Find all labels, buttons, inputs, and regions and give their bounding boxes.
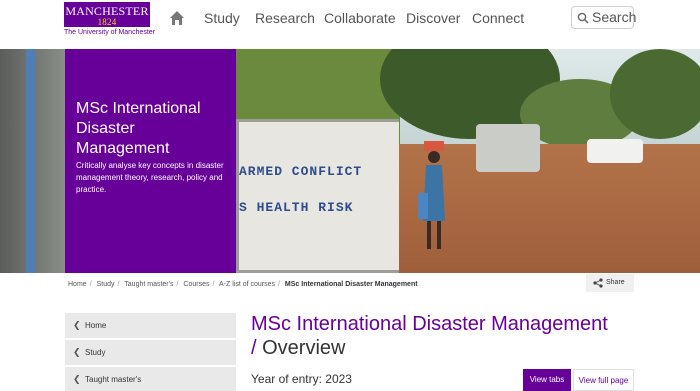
hero-photo-tree [610,49,700,139]
hero-photo-car [587,139,643,163]
sign-text-line: S HEALTH RISK [239,200,354,215]
search-icon [577,12,589,24]
share-label: Share [606,279,625,286]
breadcrumb-taught-masters[interactable]: Taught master's [124,281,173,288]
subtitle-slash: / [251,337,257,359]
search-label: Search [592,9,637,25]
breadcrumb-az-list[interactable]: A-Z list of courses [219,281,275,288]
breadcrumb-current: MSc International Disaster Management [284,281,418,288]
hero-photo-van [476,124,540,172]
view-full-page-button[interactable]: View full page [573,369,634,391]
page-subtitle: / Overview [251,337,345,360]
university-logo[interactable]: MANCHESTER 1824 The University of Manche… [64,2,155,36]
breadcrumb-study[interactable]: Study [97,281,115,288]
hero-description: Critically analyse key concepts in disas… [76,161,224,194]
logo-wordmark: MANCHESTER [65,4,149,18]
sidebar-item-study[interactable]: ❮ Study [65,340,236,365]
view-tabs-button[interactable]: View tabs [523,369,571,391]
chevron-left-icon: ❮ [73,347,81,357]
page-title: MSc International Disaster Management [251,313,608,335]
breadcrumb-home[interactable]: Home [68,281,87,288]
hero-text-panel: MSc International Disaster Management Cr… [65,49,236,273]
hero-title: MSc International Disaster Management [76,100,201,157]
sidebar-item-label: Home [85,321,107,330]
chevron-left-icon: ❮ [73,320,81,330]
home-icon[interactable] [169,10,185,26]
sidebar-item-label: Study [85,348,106,357]
year-of-entry: Year of entry: 2023 [251,372,352,386]
share-icon [593,278,603,288]
subtitle-text: Overview [262,337,346,359]
nav-study[interactable]: Study [204,10,240,26]
logo-subtitle: The University of Manchester [64,29,156,36]
breadcrumb: Home / Study / Taught master's / Courses / A… [68,281,418,288]
chevron-left-icon: ❮ [73,374,81,384]
nav-collaborate[interactable]: Collaborate [324,10,396,26]
hero-banner: ARMED CONFLICT S HEALTH RISK MSc Interna… [0,49,700,273]
nav-connect[interactable]: Connect [472,10,524,26]
nav-research[interactable]: Research [255,10,315,26]
sign-text-line: ARMED CONFLICT [239,164,363,179]
nav-discover[interactable]: Discover [406,10,460,26]
logo-mark: MANCHESTER 1824 [64,2,150,27]
sidebar-item-home[interactable]: ❮ Home [65,313,236,338]
site-header: MANCHESTER 1824 The University of Manche… [0,0,700,49]
breadcrumb-courses[interactable]: Courses [183,281,209,288]
hero-photo-pole [26,49,35,273]
logo-year: 1824 [97,17,117,27]
sidebar-item-label: Taught master's [85,375,142,384]
share-button[interactable]: Share [586,274,634,292]
hero-photo-sign: ARMED CONFLICT S HEALTH RISK [236,119,399,273]
search-button[interactable]: Search [571,6,637,29]
sidebar-item-taught-masters[interactable]: ❮ Taught master's [65,367,236,391]
hero-photo-person [418,141,445,249]
